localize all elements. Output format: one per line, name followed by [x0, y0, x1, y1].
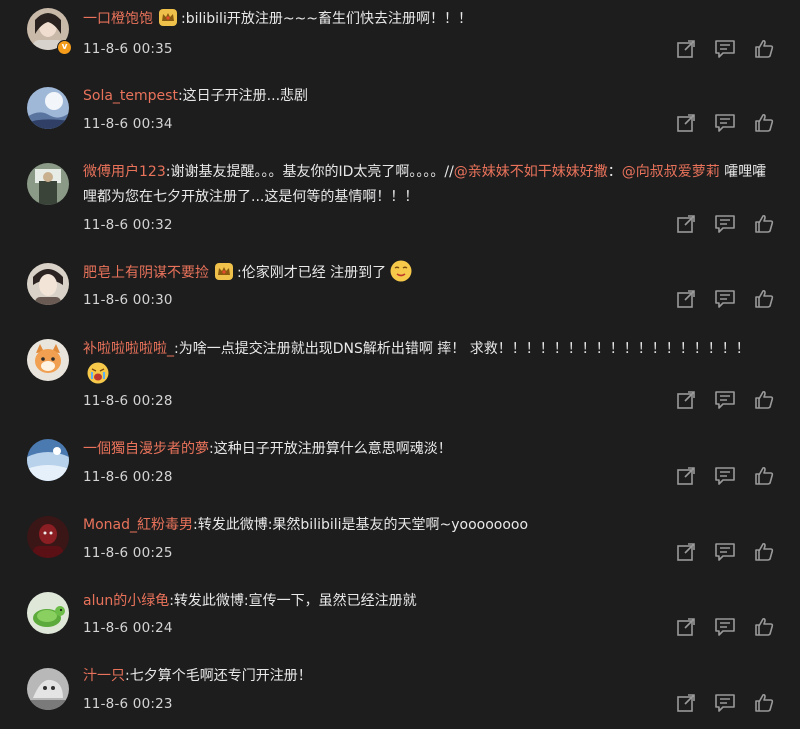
username[interactable]: 微傅用户123 — [83, 164, 166, 180]
comment-time: 11-8-6 00:34 — [83, 116, 173, 132]
comment-time: 11-8-6 00:25 — [83, 545, 173, 561]
avatar[interactable] — [27, 516, 69, 558]
share-icon[interactable] — [676, 39, 696, 59]
verified-badge: v — [57, 40, 72, 55]
comment-icon[interactable] — [714, 390, 735, 410]
comment-actions — [676, 542, 776, 562]
username[interactable]: alun的小绿龟 — [83, 593, 169, 609]
comment-actions — [676, 39, 776, 59]
comment-actions — [676, 693, 776, 713]
comment-actions — [676, 390, 776, 410]
comment-body: :为啥一点提交注册就出现DNS解析出错啊 摔！ 求救！！！！！！！！！！！！！！… — [174, 341, 750, 357]
username[interactable]: 汁一只 — [83, 668, 125, 684]
comment-icon[interactable] — [714, 542, 735, 562]
comment-icon[interactable] — [714, 617, 735, 637]
comment-actions — [676, 466, 776, 486]
thumbs-up-icon[interactable] — [754, 617, 774, 637]
comment-text: Monad_紅粉毒男:转发此微博:果然bilibili是基友的天堂啊~yoooo… — [83, 513, 773, 538]
comment-body: :转发此微博:宣传一下，虽然已经注册就 — [169, 593, 417, 609]
comment-time: 11-8-6 00:28 — [83, 393, 173, 409]
comment-text: alun的小绿龟:转发此微博:宣传一下，虽然已经注册就 — [83, 589, 773, 614]
comment-time: 11-8-6 00:28 — [83, 469, 173, 485]
username[interactable]: 补啦啦啦啦啦_ — [83, 341, 174, 357]
thumbs-up-icon[interactable] — [754, 466, 774, 486]
comment-text: 微傅用户123:谢谢基友提醒。。。基友你的ID太亮了啊。。。。//@亲妹妹不如干… — [83, 160, 773, 210]
comment-list: v 一口橙饱饱 :bilibili开放注册~~~畜生们快去注册啊！！！ 11-8-… — [0, 0, 800, 729]
avatar[interactable] — [27, 87, 69, 129]
thumbs-up-icon[interactable] — [754, 542, 774, 562]
avatar[interactable] — [27, 263, 69, 305]
comment-icon[interactable] — [714, 466, 735, 486]
comment-icon[interactable] — [714, 289, 735, 309]
comment-body: :bilibili开放注册~~~畜生们快去注册啊！！！ — [181, 11, 473, 27]
comment-icon[interactable] — [714, 693, 735, 713]
share-icon[interactable] — [676, 214, 696, 234]
mention-link[interactable]: @向叔叔爱萝莉 — [622, 164, 720, 180]
username[interactable]: 肥皂上有阴谋不要捡 — [83, 265, 209, 281]
comment-time: 11-8-6 00:30 — [83, 292, 173, 308]
comment-time: 11-8-6 00:35 — [83, 41, 173, 57]
username[interactable]: 一口橙饱饱 — [83, 11, 153, 27]
avatar[interactable] — [27, 163, 69, 205]
comment-icon[interactable] — [714, 39, 735, 59]
comment-text: 肥皂上有阴谋不要捡 :伦家刚才已经 注册到了 — [83, 260, 773, 291]
username[interactable]: Sola_tempest — [83, 88, 178, 104]
comment-body: :伦家刚才已经 注册到了 — [237, 265, 387, 281]
avatar[interactable] — [27, 592, 69, 634]
comment-actions — [676, 214, 776, 234]
comment-text: 补啦啦啦啦啦_:为啥一点提交注册就出现DNS解析出错啊 摔！ 求救！！！！！！！… — [83, 337, 773, 393]
comment-text: 汁一只:七夕算个毛啊还专门开注册！ — [83, 664, 773, 689]
comment-actions — [676, 617, 776, 637]
thumbs-up-icon[interactable] — [754, 289, 774, 309]
comment-icon[interactable] — [714, 113, 735, 133]
thumbs-up-icon[interactable] — [754, 390, 774, 410]
mention-link[interactable]: @亲妹妹不如干妹妹好撒 — [454, 164, 608, 180]
comment-text: 一口橙饱饱 :bilibili开放注册~~~畜生们快去注册啊！！！ — [83, 7, 773, 35]
thumbs-up-icon[interactable] — [754, 113, 774, 133]
smug-face-icon — [390, 260, 412, 291]
comment-text: Sola_tempest:这日子开注册...悲剧 — [83, 84, 773, 109]
comment-body: :转发此微博:果然bilibili是基友的天堂啊~yoooooooo — [192, 517, 529, 533]
share-icon[interactable] — [676, 693, 696, 713]
share-icon[interactable] — [676, 390, 696, 410]
avatar[interactable] — [27, 668, 69, 710]
username[interactable]: Monad_紅粉毒男 — [83, 517, 193, 533]
share-icon[interactable] — [676, 289, 696, 309]
crown-icon — [159, 9, 177, 35]
comment-body: :这日子开注册...悲剧 — [177, 88, 309, 104]
crying-face-icon — [87, 362, 109, 393]
share-icon[interactable] — [676, 617, 696, 637]
share-icon[interactable] — [676, 113, 696, 133]
thumbs-up-icon[interactable] — [754, 39, 774, 59]
share-icon[interactable] — [676, 466, 696, 486]
thumbs-up-icon[interactable] — [754, 693, 774, 713]
comment-time: 11-8-6 00:23 — [83, 696, 173, 712]
thumbs-up-icon[interactable] — [754, 214, 774, 234]
comment-body: :这种日子开放注册算什么意思啊魂淡！ — [209, 441, 452, 457]
comment-body: :七夕算个毛啊还专门开注册！ — [125, 668, 312, 684]
mention-separator: ： — [607, 164, 622, 180]
comment-body: :谢谢基友提醒。。。基友你的ID太亮了啊。。。。// — [165, 164, 454, 180]
comment-actions — [676, 289, 776, 309]
comment-actions — [676, 113, 776, 133]
comment-time: 11-8-6 00:32 — [83, 217, 173, 233]
comment-text: 一個獨自漫步者的夢:这种日子开放注册算什么意思啊魂淡！ — [83, 437, 773, 462]
username[interactable]: 一個獨自漫步者的夢 — [83, 441, 209, 457]
share-icon[interactable] — [676, 542, 696, 562]
comment-icon[interactable] — [714, 214, 735, 234]
avatar[interactable] — [27, 339, 69, 381]
crown-icon — [215, 263, 233, 289]
avatar[interactable] — [27, 439, 69, 481]
comment-time: 11-8-6 00:24 — [83, 620, 173, 636]
